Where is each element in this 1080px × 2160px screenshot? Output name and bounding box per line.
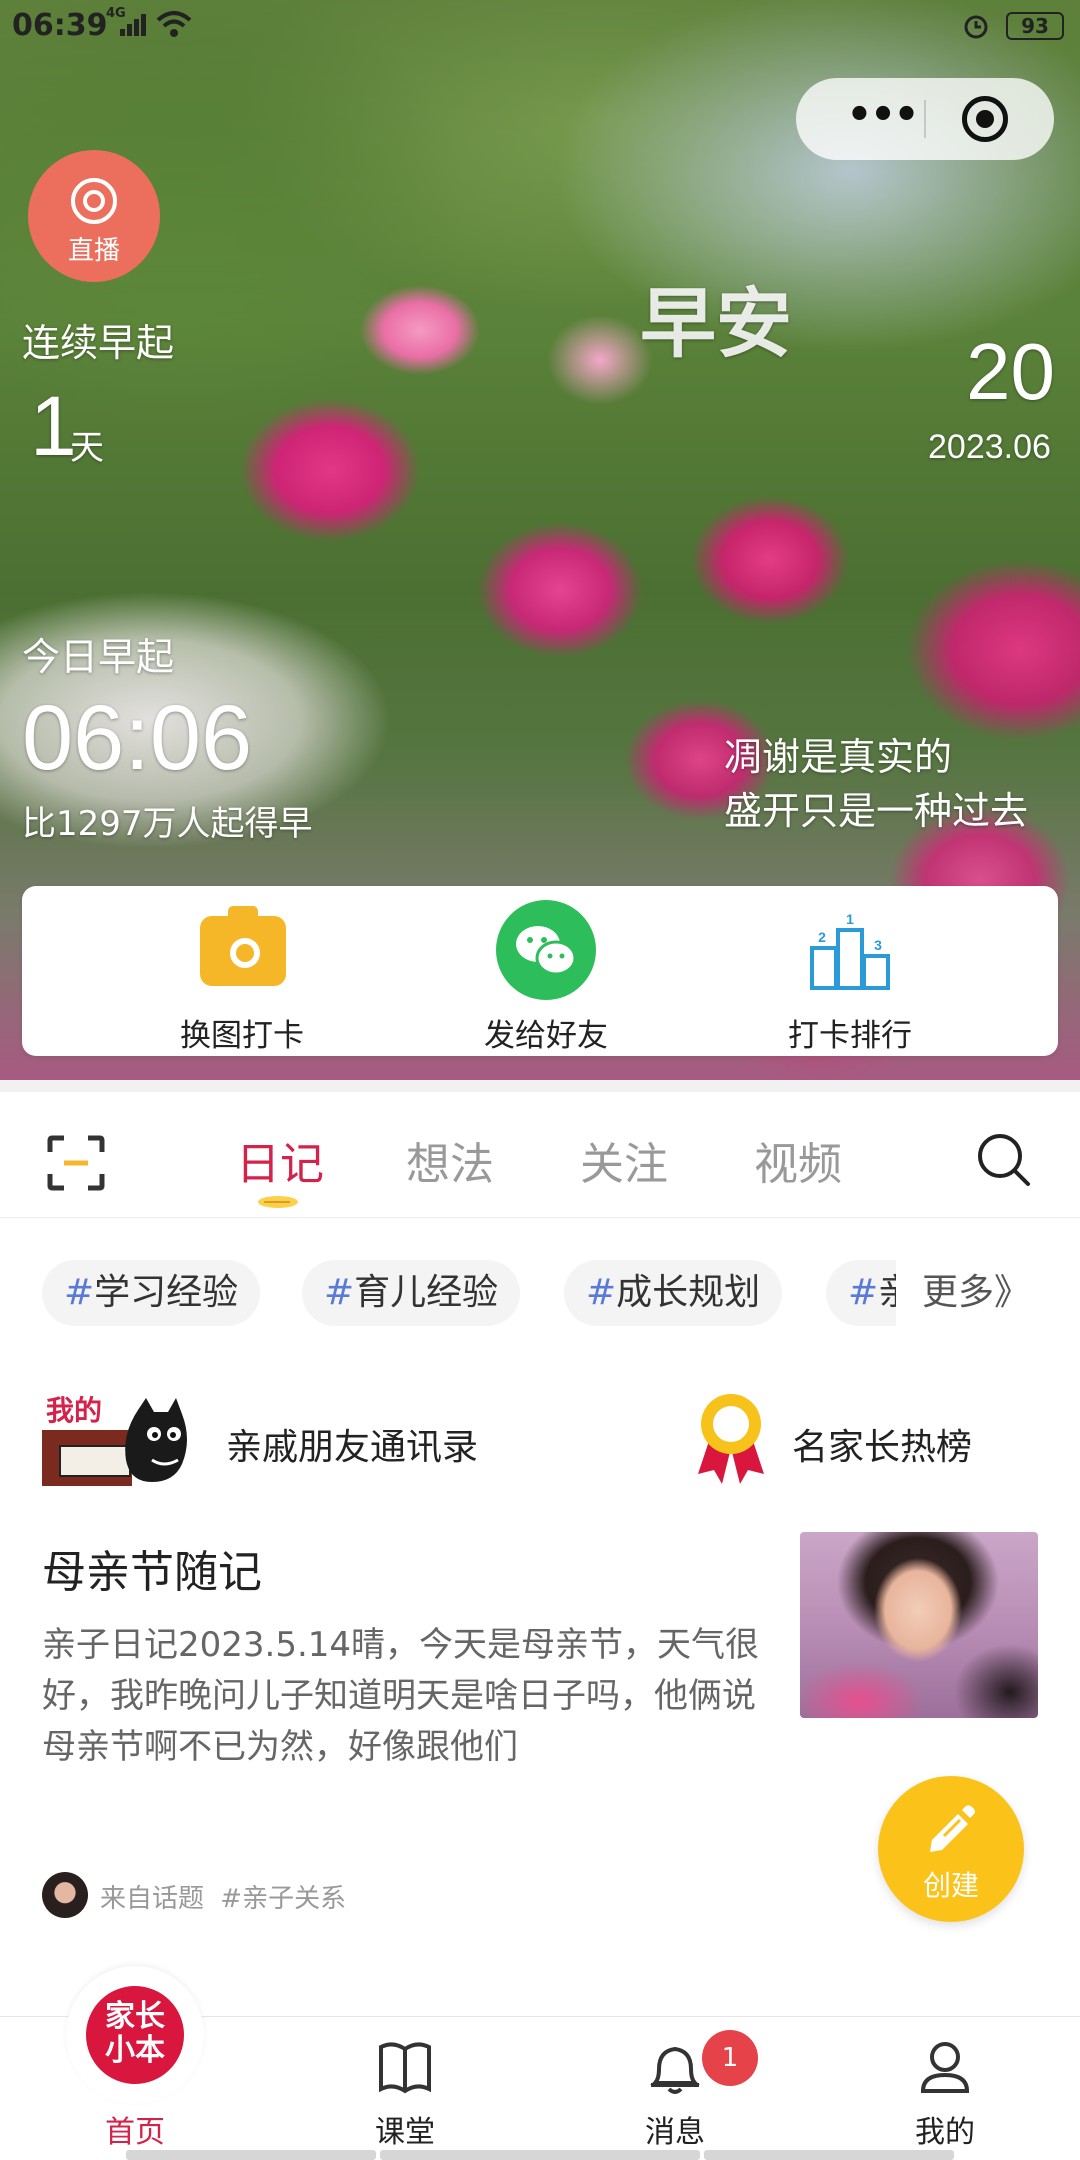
logo-line-2: 小本 bbox=[105, 2033, 165, 2068]
nav-home-label: 首页 bbox=[105, 2115, 165, 2150]
contacts-shortcut[interactable]: 我的 亲戚朋友通讯录 bbox=[0, 1390, 620, 1490]
miniprogram-capsule: ••• bbox=[796, 78, 1054, 160]
post-source-label: 来自话题 bbox=[100, 1884, 205, 1914]
contacts-badge-text: 我的 bbox=[46, 1394, 102, 1427]
gesture-bar bbox=[126, 2150, 376, 2160]
change-photo-button[interactable]: 换图打卡 bbox=[122, 900, 362, 1054]
content-tab-bar: 日记 想法 关注 视频 bbox=[0, 1092, 1080, 1218]
medal-icon bbox=[698, 1394, 764, 1484]
capsule-divider bbox=[924, 100, 926, 138]
author-avatar[interactable] bbox=[42, 1872, 88, 1918]
messages-badge: 1 bbox=[702, 2030, 758, 2086]
nav-class-label: 课堂 bbox=[375, 2115, 435, 2150]
hash-symbol: # bbox=[324, 1272, 355, 1313]
nav-class[interactable]: 课堂 bbox=[315, 2017, 495, 2160]
more-options-icon[interactable]: ••• bbox=[832, 94, 932, 144]
user-icon bbox=[920, 2042, 970, 2093]
post-source: 来自话题 #亲子关系 bbox=[100, 1878, 346, 1915]
live-button[interactable]: 直播 bbox=[28, 150, 160, 282]
book-icon bbox=[379, 2042, 431, 2094]
streak-unit: 天 bbox=[70, 428, 104, 468]
post-excerpt[interactable]: 亲子日记2023.5.14晴，今天是母亲节，天气很好，我昨晚问儿子知道明天是啥日… bbox=[42, 1620, 762, 1773]
tab-video[interactable]: 视频 bbox=[754, 1128, 842, 1192]
hash-symbol: # bbox=[64, 1272, 95, 1313]
contacts-label: 亲戚朋友通讯录 bbox=[226, 1427, 479, 1468]
status-bar: 06:39 4G 93 bbox=[0, 0, 1080, 54]
nav-me[interactable]: 我的 bbox=[855, 2017, 1035, 2160]
svg-text:3: 3 bbox=[874, 937, 882, 953]
podium-icon: 1 2 3 bbox=[810, 911, 890, 990]
wechat-icon bbox=[496, 900, 596, 1000]
signal-icon bbox=[120, 14, 146, 36]
quote-line-1: 凋谢是真实的 bbox=[724, 735, 953, 779]
topic-chip-label: 育儿经验 bbox=[354, 1272, 499, 1313]
post-thumbnail[interactable] bbox=[800, 1532, 1038, 1718]
bell-icon bbox=[650, 2046, 700, 2094]
topic-chip-label: 成长规划 bbox=[616, 1272, 761, 1313]
tab-following[interactable]: 关注 bbox=[580, 1128, 668, 1192]
streak-label: 连续早起 bbox=[22, 321, 175, 365]
tab-diary[interactable]: 日记 bbox=[236, 1128, 324, 1192]
active-tab-pencil-icon bbox=[258, 1196, 298, 1208]
ranking-label: 打卡排行 bbox=[788, 1018, 912, 1054]
ranking-button[interactable]: 1 2 3 打卡排行 bbox=[730, 900, 970, 1054]
nav-messages-label: 消息 bbox=[645, 2115, 705, 2150]
hash-symbol: # bbox=[848, 1272, 879, 1313]
change-photo-label: 换图打卡 bbox=[180, 1018, 304, 1054]
quote-line-2: 盛开只是一种过去 bbox=[724, 789, 1029, 833]
camera-icon bbox=[200, 906, 286, 986]
topic-chip-label: 学习经验 bbox=[94, 1272, 239, 1313]
checkin-actions-card: 换图打卡 发给好友 1 2 3 打卡排行 bbox=[22, 886, 1058, 1056]
pencil-icon bbox=[930, 1805, 975, 1852]
section-separator bbox=[0, 1080, 1080, 1092]
live-label: 直播 bbox=[67, 236, 120, 266]
alarm-icon bbox=[964, 15, 988, 39]
wake-comparison: 比1297万人起得早 bbox=[22, 804, 313, 844]
gesture-bar bbox=[704, 2150, 954, 2160]
nav-me-label: 我的 bbox=[915, 2115, 975, 2150]
post-title[interactable]: 母亲节随记 bbox=[42, 1536, 262, 1600]
topic-chip[interactable]: #成长规划 bbox=[564, 1260, 783, 1326]
app-logo[interactable]: 家长 小本 bbox=[86, 1986, 184, 2084]
live-icon bbox=[71, 178, 117, 224]
svg-text:1: 1 bbox=[846, 911, 854, 927]
today-wake-time: 06:06 bbox=[22, 687, 253, 789]
battery-indicator: 93 bbox=[1006, 12, 1064, 40]
status-time: 06:39 bbox=[12, 8, 108, 43]
send-to-friend-label: 发给好友 bbox=[484, 1018, 608, 1054]
date-year-month: 2023.06 bbox=[928, 428, 1051, 466]
logo-line-1: 家长 bbox=[105, 1999, 165, 2034]
gesture-bar bbox=[380, 2150, 700, 2160]
hash-symbol: # bbox=[586, 1272, 617, 1313]
tab-thoughts[interactable]: 想法 bbox=[406, 1128, 494, 1192]
greeting: 早安 bbox=[640, 279, 792, 368]
more-topics-link[interactable]: 更多》 bbox=[896, 1260, 1080, 1326]
hero-banner: 06:39 4G 93 ••• 直播 早安 连续早起 1 天 20 2023.0… bbox=[0, 0, 1080, 1080]
today-wake-label: 今日早起 bbox=[22, 635, 175, 679]
create-button[interactable]: 创建 bbox=[878, 1776, 1024, 1922]
hot-parents-shortcut[interactable]: 名家长热榜 bbox=[640, 1390, 1080, 1490]
hot-parents-label: 名家长热榜 bbox=[792, 1427, 973, 1468]
topic-chip[interactable]: #学习经验 bbox=[42, 1260, 261, 1326]
send-to-friend-button[interactable]: 发给好友 bbox=[426, 900, 666, 1054]
scan-icon[interactable] bbox=[46, 1134, 106, 1192]
search-icon[interactable] bbox=[976, 1132, 1032, 1188]
topic-chip-row: #学习经验 #育儿经验 #成长规划 #亲 更多》 bbox=[0, 1260, 1080, 1330]
topic-chip[interactable]: #育儿经验 bbox=[302, 1260, 521, 1326]
close-miniprogram-icon[interactable] bbox=[962, 96, 1008, 142]
contacts-cat-icon: 我的 bbox=[42, 1394, 187, 1486]
post-topic-tag[interactable]: #亲子关系 bbox=[220, 1884, 346, 1914]
wifi-icon bbox=[156, 11, 192, 37]
svg-text:2: 2 bbox=[818, 929, 826, 945]
create-label: 创建 bbox=[922, 1869, 979, 1902]
date-day: 20 bbox=[966, 327, 1055, 416]
